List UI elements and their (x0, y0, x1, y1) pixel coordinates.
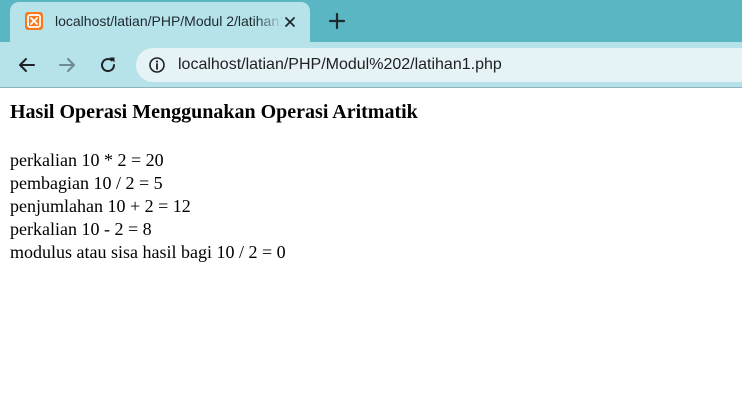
tab-title: localhost/latian/PHP/Modul 2/latihan1.ph… (55, 13, 283, 29)
url-text[interactable]: localhost/latian/PHP/Modul%202/latihan1.… (178, 56, 502, 74)
reload-icon[interactable] (96, 53, 120, 77)
address-bar[interactable]: localhost/latian/PHP/Modul%202/latihan1.… (136, 48, 742, 82)
arrow-right-icon[interactable] (55, 53, 79, 77)
browser-tab[interactable]: localhost/latian/PHP/Modul 2/latihan1.ph… (10, 2, 310, 42)
tab-strip: localhost/latian/PHP/Modul 2/latihan1.ph… (0, 0, 742, 42)
info-icon[interactable] (148, 56, 166, 74)
result-line: perkalian 10 - 2 = 8 (10, 219, 152, 239)
browser-toolbar: localhost/latian/PHP/Modul%202/latihan1.… (0, 42, 742, 88)
xampp-icon (25, 12, 43, 30)
results-list: perkalian 10 * 2 = 20 pembagian 10 / 2 =… (10, 149, 730, 264)
plus-icon[interactable] (326, 10, 348, 32)
arrow-left-icon[interactable] (15, 53, 39, 77)
page-heading: Hasil Operasi Menggunakan Operasi Aritma… (10, 101, 418, 123)
result-line: perkalian 10 * 2 = 20 (10, 150, 164, 170)
result-line: penjumlahan 10 + 2 = 12 (10, 196, 191, 216)
close-icon[interactable] (280, 12, 300, 32)
result-line: modulus atau sisa hasil bagi 10 / 2 = 0 (10, 242, 286, 262)
result-line: pembagian 10 / 2 = 5 (10, 173, 163, 193)
page-content: Hasil Operasi Menggunakan Operasi Aritma… (10, 100, 730, 264)
